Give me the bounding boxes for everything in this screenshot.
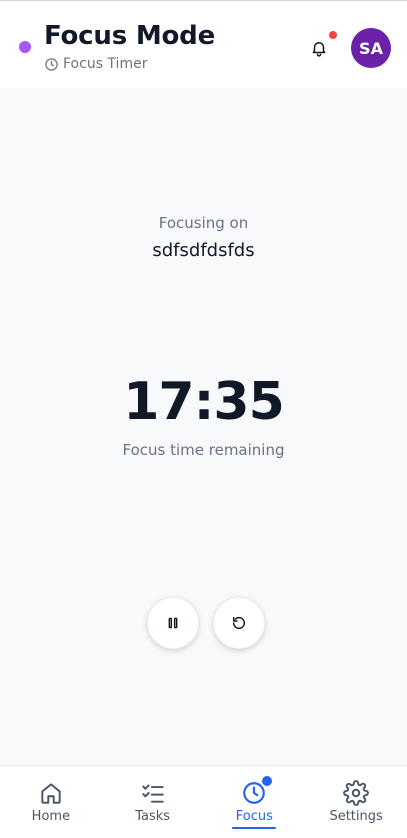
timer-caption: Focus time remaining: [122, 441, 285, 459]
app-root: Focus Mode Focus Timer SA Focusing on sd…: [0, 0, 407, 838]
home-icon: [41, 783, 61, 804]
subtitle-label: Focus Timer: [63, 56, 148, 72]
avatar-initials: SA: [359, 38, 383, 58]
notifications-button[interactable]: [308, 37, 330, 59]
focus-active-dot: [262, 776, 273, 786]
status-dot: [19, 41, 31, 53]
page-subtitle: Focus Timer: [44, 56, 147, 72]
nav-item-home[interactable]: Home: [0, 766, 102, 838]
pause-icon: [168, 617, 178, 629]
current-task-name: sdfsdfdsfds: [152, 240, 255, 261]
avatar[interactable]: SA: [351, 28, 391, 68]
nav-item-focus[interactable]: Focus: [204, 766, 306, 838]
nav-label-home: Home: [31, 809, 71, 824]
bottom-nav: Home Tasks Focus Settings: [0, 765, 407, 838]
reset-icon: [232, 616, 246, 630]
bell-icon: [312, 42, 326, 57]
header: Focus Mode Focus Timer SA: [0, 0, 407, 88]
page-title: Focus Mode: [44, 21, 215, 51]
focusing-on-label: Focusing on: [158, 214, 249, 232]
reset-button[interactable]: [213, 597, 265, 649]
nav-item-settings[interactable]: Settings: [305, 766, 407, 838]
nav-label-tasks: Tasks: [135, 809, 171, 824]
gear-icon: [343, 780, 369, 806]
nav-item-tasks[interactable]: Tasks: [102, 766, 204, 838]
timer-display: 17:35: [123, 372, 285, 432]
nav-label-settings: Settings: [329, 809, 383, 824]
tasks-icon: [141, 784, 164, 803]
clock-icon: [45, 57, 58, 71]
pause-button[interactable]: [147, 597, 199, 649]
nav-label-focus: Focus: [235, 809, 273, 824]
active-tab-indicator: [232, 827, 277, 829]
notification-badge: [329, 31, 337, 39]
